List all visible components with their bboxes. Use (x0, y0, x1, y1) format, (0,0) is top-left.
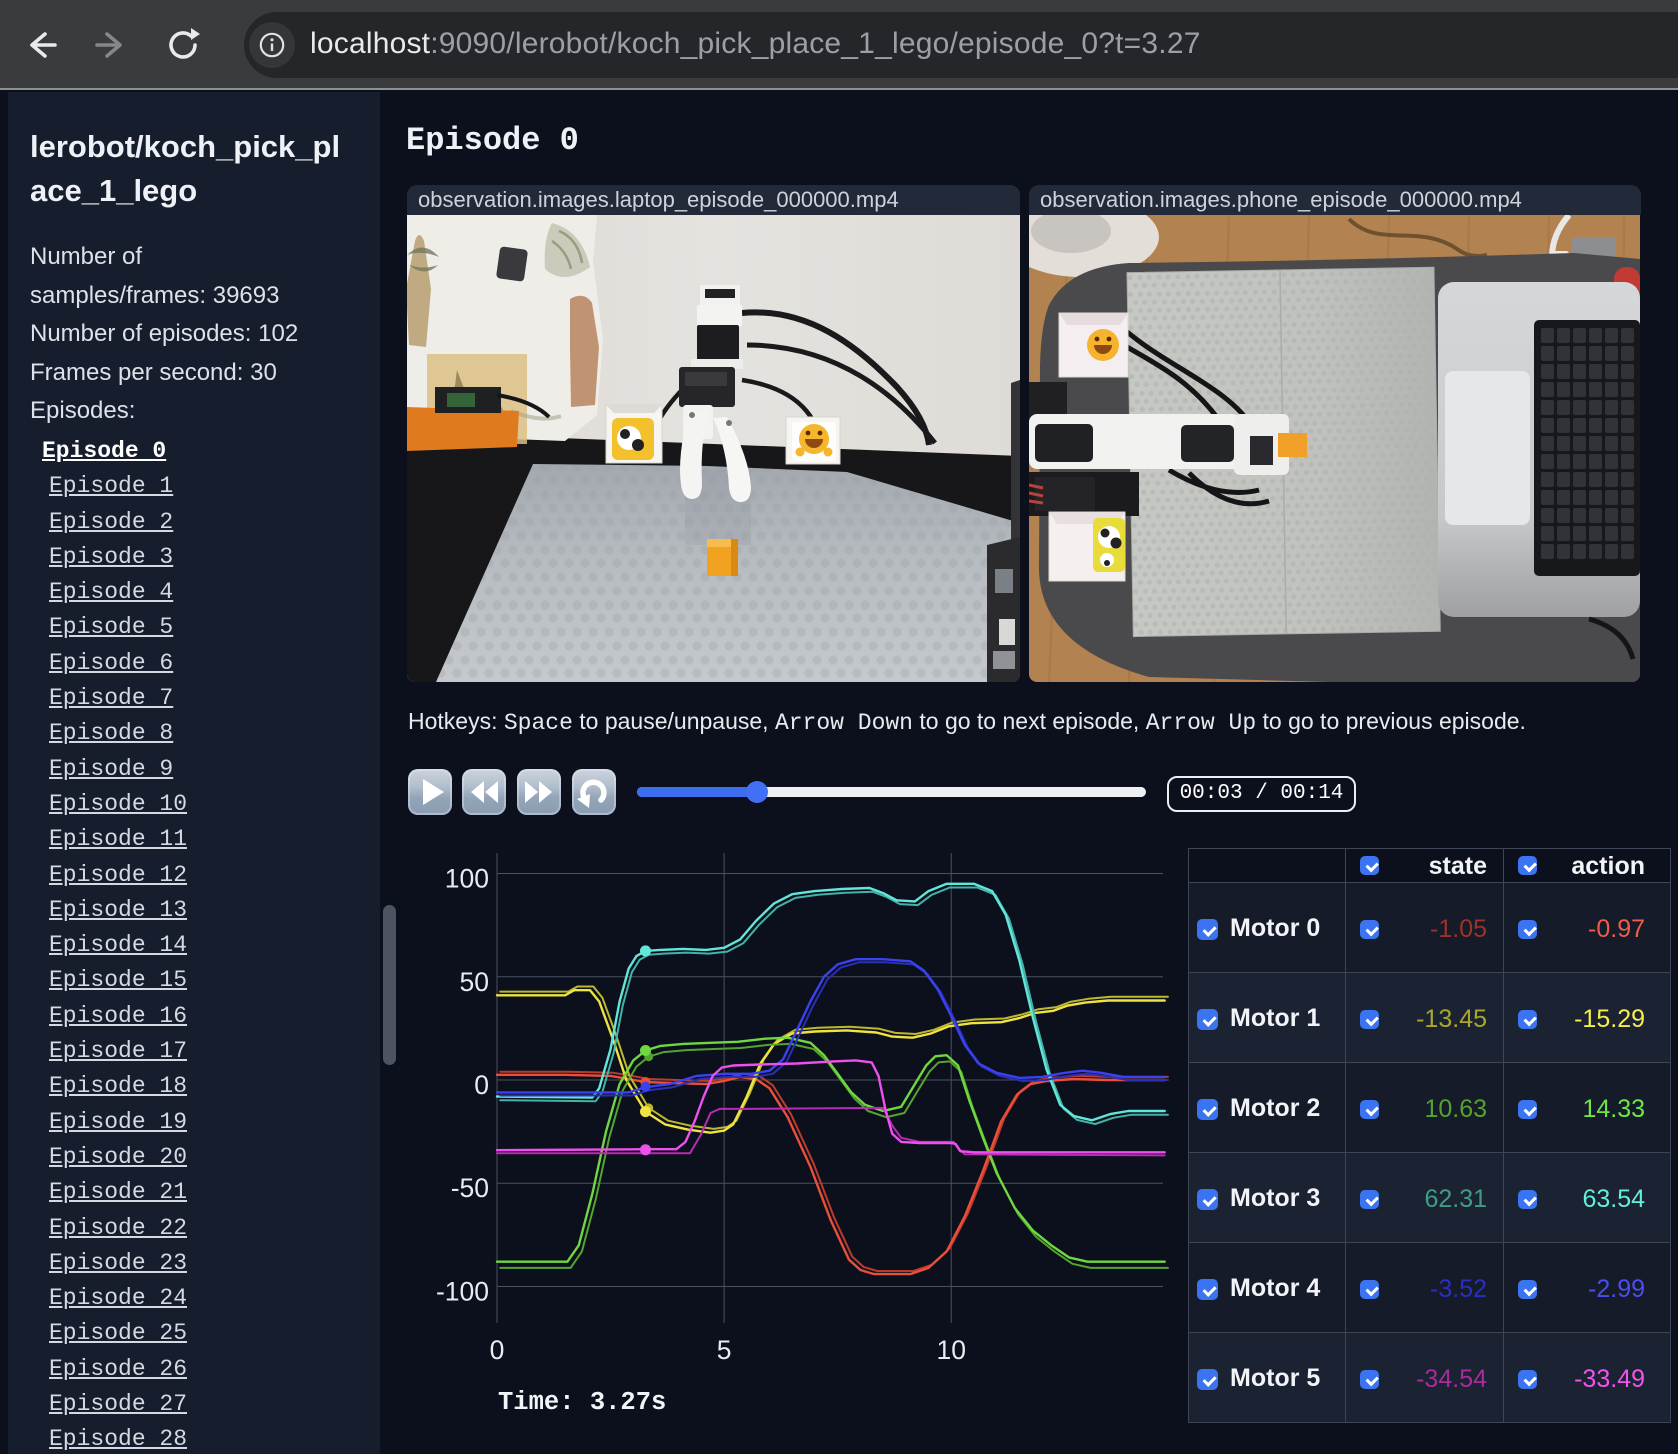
svg-text:100: 100 (445, 864, 489, 894)
svg-text:0: 0 (490, 1335, 505, 1365)
svg-text:10: 10 (936, 1335, 965, 1365)
svg-text:-50: -50 (451, 1173, 489, 1203)
svg-text:Time: 3.27s: Time: 3.27s (498, 1388, 666, 1417)
svg-text:-100: -100 (436, 1277, 489, 1307)
svg-text:0: 0 (474, 1070, 489, 1100)
svg-text:5: 5 (717, 1335, 732, 1365)
svg-text:50: 50 (460, 967, 489, 997)
